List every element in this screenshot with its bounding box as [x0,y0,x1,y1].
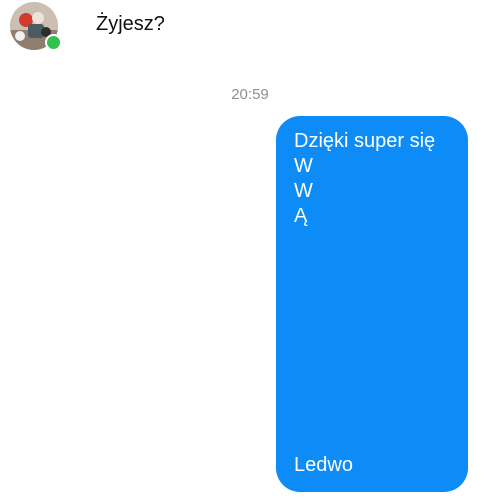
incoming-message-bubble[interactable]: Żyjesz? [76,0,185,48]
online-status-icon [45,34,62,51]
outgoing-message-line: Ą [294,205,308,227]
outgoing-message-line: Ledwo [294,454,353,476]
chat-screen: Żyjesz? 20:59 Dzięki super się W W Ą Led… [0,0,500,500]
outgoing-message-line: Dzięki super się [294,130,436,152]
outgoing-message-line: W [294,155,313,177]
message-timestamp: 20:59 [231,86,269,103]
incoming-message-text: Żyjesz? [96,13,165,35]
outgoing-message-line: W [294,180,313,202]
outgoing-message-bubble[interactable]: Dzięki super się W W Ą Ledwo [276,116,468,492]
